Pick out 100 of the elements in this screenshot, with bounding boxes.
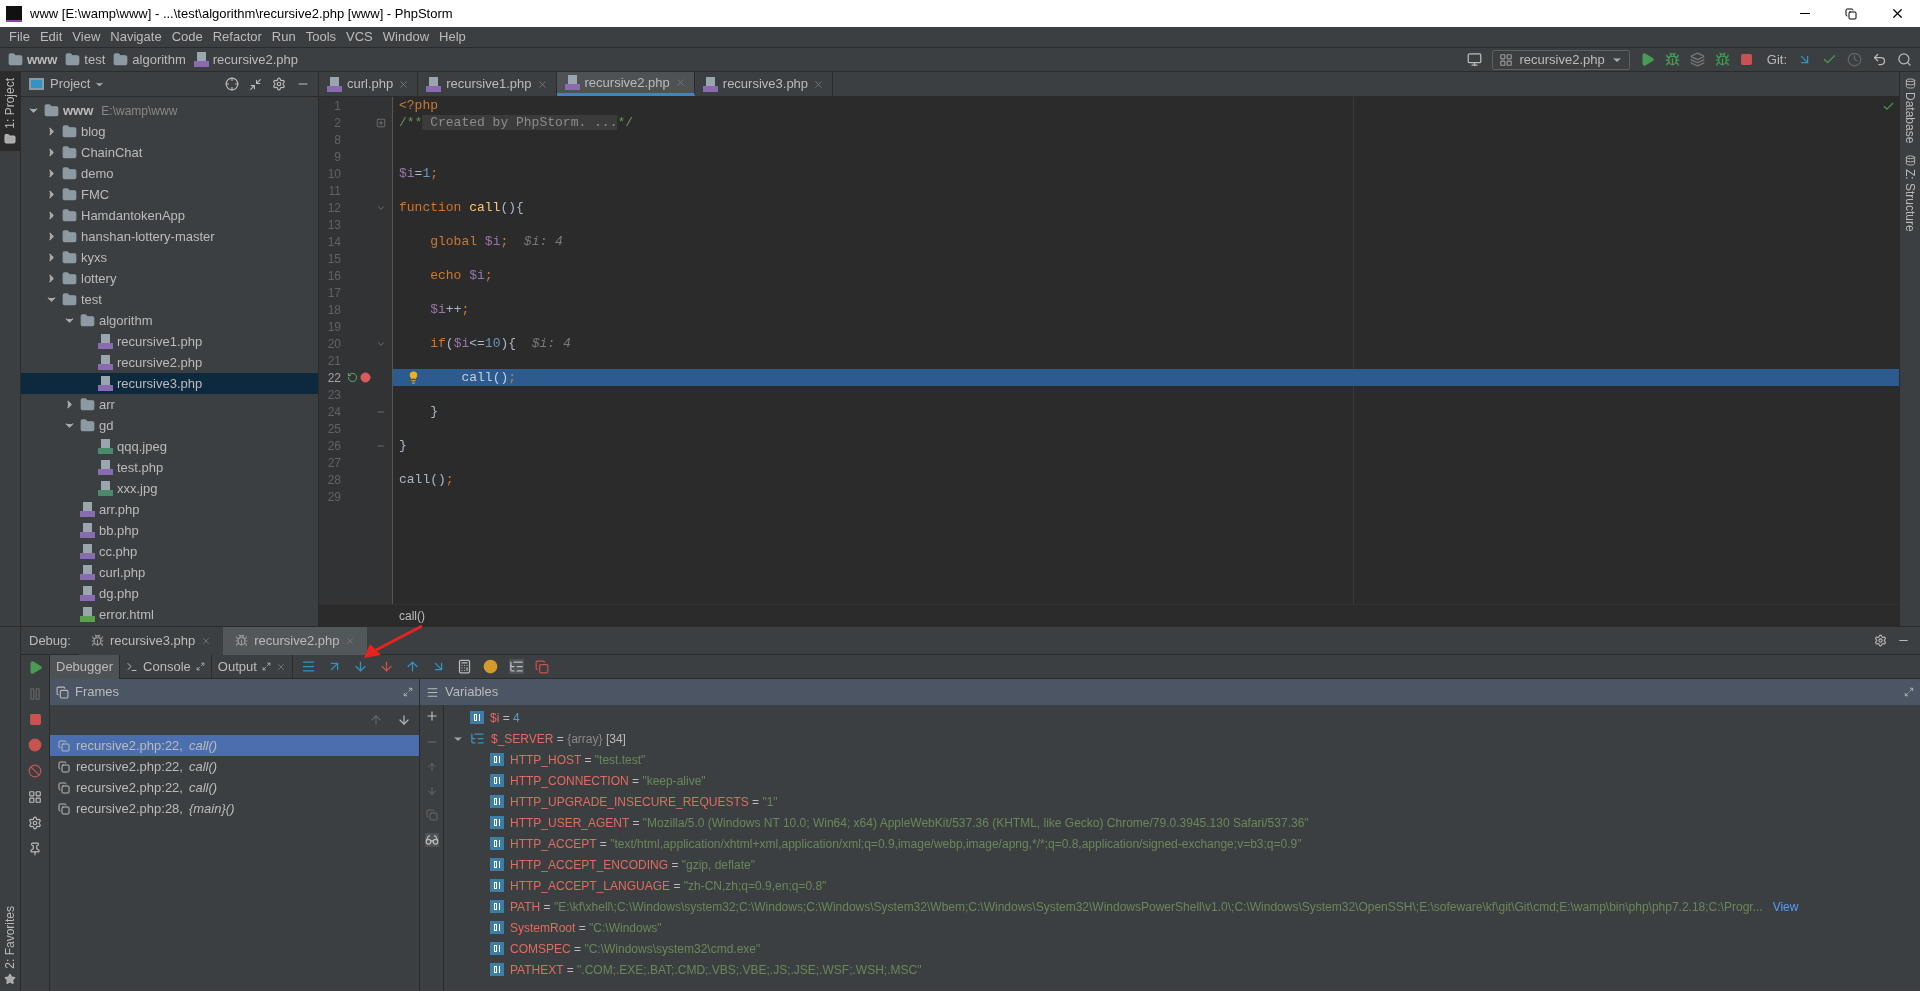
menu-item[interactable]: VCS	[341, 27, 378, 47]
pin-tab-icon[interactable]	[403, 687, 413, 697]
resume-icon[interactable]	[27, 660, 43, 675]
tree-item[interactable]: recursive2.php	[21, 352, 318, 373]
tree-item[interactable]: recursive3.php	[21, 373, 318, 394]
tree-item[interactable]: gd	[21, 415, 318, 436]
terminal-icon[interactable]	[1467, 52, 1483, 67]
step-out-icon[interactable]	[404, 659, 420, 674]
tree-item[interactable]: qqq.jpeg	[21, 436, 318, 457]
settings-icon[interactable]	[28, 816, 42, 830]
tree-item[interactable]: lottery	[21, 268, 318, 289]
run-icon[interactable]	[1639, 52, 1655, 67]
lightbulb-icon[interactable]	[407, 371, 420, 384]
tree-item[interactable]: cc.php	[21, 541, 318, 562]
breadcrumb-item[interactable]: recursive2.php	[193, 49, 299, 70]
folder-icon	[62, 208, 77, 223]
tree-item[interactable]: FMC	[21, 184, 318, 205]
tree-item[interactable]: recursive1.php	[21, 331, 318, 352]
stop-icon[interactable]	[1739, 53, 1753, 66]
next-frame-icon[interactable]	[397, 713, 411, 727]
tree-item[interactable]: HamdantokenApp	[21, 205, 318, 226]
mute-breakpoints-icon[interactable]	[28, 764, 42, 778]
menu-item[interactable]: File	[4, 27, 35, 47]
breadcrumb-item[interactable]: test	[65, 49, 106, 70]
editor-tab[interactable]: recursive1.php	[418, 72, 557, 96]
run-config-dropdown[interactable]: recursive2.php	[1492, 49, 1630, 70]
frame-item[interactable]: recursive2.php:22, call()	[50, 756, 419, 777]
favorites-tool-tab[interactable]: 2: Favorites	[1, 906, 19, 985]
search-icon[interactable]	[1897, 52, 1912, 67]
settings-icon[interactable]	[1874, 634, 1887, 647]
debug-icon[interactable]	[1664, 52, 1680, 67]
variables-view-icon[interactable]	[508, 659, 524, 674]
view-link[interactable]: View	[1772, 897, 1799, 916]
breadcrumb-item[interactable]: algorithm	[113, 49, 186, 70]
editor-tab[interactable]: curl.php	[319, 72, 419, 96]
settings-icon[interactable]	[272, 77, 286, 91]
watch-icon[interactable]	[482, 659, 498, 674]
menu-item[interactable]: Edit	[34, 27, 68, 47]
context-breadcrumb[interactable]: call()	[399, 606, 425, 625]
locate-icon[interactable]	[225, 77, 239, 91]
editor-tab[interactable]: recursive2.php	[556, 72, 695, 96]
menu-item[interactable]: Tools	[300, 27, 342, 47]
debug-tab[interactable]: Debugger	[50, 654, 121, 679]
project-tool-tab[interactable]: 1: Project	[0, 72, 21, 151]
tree-item[interactable]: kyxs	[21, 247, 318, 268]
tree-item[interactable]: test.php	[21, 457, 318, 478]
evaluate-icon[interactable]	[456, 659, 472, 674]
menu-item[interactable]: Help	[434, 27, 471, 47]
menu-item[interactable]: View	[67, 27, 106, 47]
step-into-icon[interactable]	[352, 659, 368, 674]
history-icon[interactable]	[1847, 52, 1862, 67]
tree-item[interactable]: curl.php	[21, 562, 318, 583]
variable-entry: $_SERVER = {array} [34]	[491, 730, 626, 748]
tree-item[interactable]: arr.php	[21, 499, 318, 520]
debug-tab[interactable]: Output	[211, 654, 293, 679]
close-icon	[201, 635, 212, 646]
breakpoint-icon[interactable]	[360, 372, 371, 383]
project-view-dropdown[interactable]: Project	[50, 74, 106, 94]
tree-item[interactable]: ChainChat	[21, 142, 318, 163]
breakpoints-icon[interactable]	[28, 738, 42, 752]
tree-item[interactable]: arr	[21, 394, 318, 415]
stop-icon[interactable]	[28, 713, 42, 726]
previous-frame-icon[interactable]	[369, 713, 383, 727]
collapse-all-icon[interactable]	[249, 77, 262, 91]
breadcrumb-item[interactable]: www	[8, 49, 58, 70]
editor-tab[interactable]: recursive3.php	[694, 72, 834, 96]
tree-item[interactable]: bb.php	[21, 520, 318, 541]
tool-window-tab[interactable]: Z: Structure	[1901, 149, 1919, 239]
tree-item[interactable]: algorithm	[21, 310, 318, 331]
frame-item[interactable]: recursive2.php:28, {main}()	[50, 798, 419, 819]
menu-item[interactable]: Code	[166, 27, 208, 47]
tree-item[interactable]: www E:\wamp\www	[21, 100, 318, 121]
debug-session-tab[interactable]: recursive2.php	[223, 626, 368, 655]
variable-entry: HTTP_HOST = "test.test"	[510, 751, 646, 769]
tree-item[interactable]: xxx.jpg	[21, 478, 318, 499]
force-step-into-icon[interactable]	[378, 659, 394, 674]
menu-item[interactable]: Run	[266, 27, 301, 47]
tree-item[interactable]: test	[21, 289, 318, 310]
watches-icon[interactable]	[424, 833, 439, 847]
tree-item[interactable]: dg.php	[21, 583, 318, 604]
menu-item[interactable]: Navigate	[105, 27, 167, 47]
tool-window-tab[interactable]: Database	[1901, 72, 1919, 150]
menu-item[interactable]: Window	[377, 27, 435, 47]
tree-item[interactable]: hanshan-lottery-master	[21, 226, 318, 247]
tree-item[interactable]: demo	[21, 163, 318, 184]
debug-tab[interactable]: Console	[120, 654, 212, 679]
pin-icon[interactable]	[28, 842, 42, 856]
layout-icon[interactable]	[28, 790, 42, 804]
file-icon	[98, 460, 113, 475]
code-line: echo $i;	[430, 266, 493, 285]
undo-icon[interactable]	[1872, 52, 1887, 67]
menu-item[interactable]: Refactor	[207, 27, 267, 47]
show-execution-point-icon[interactable]	[300, 659, 316, 674]
listen-debug-icon[interactable]	[1714, 52, 1730, 67]
pin-tab-icon[interactable]	[1904, 687, 1914, 697]
add-watch-icon[interactable]	[424, 709, 439, 723]
fold-expand-icon[interactable]	[376, 117, 386, 128]
tree-item[interactable]: error.html	[21, 604, 318, 625]
tree-item[interactable]: blog	[21, 121, 318, 142]
frame-item[interactable]: recursive2.php:22, call()	[50, 777, 419, 798]
